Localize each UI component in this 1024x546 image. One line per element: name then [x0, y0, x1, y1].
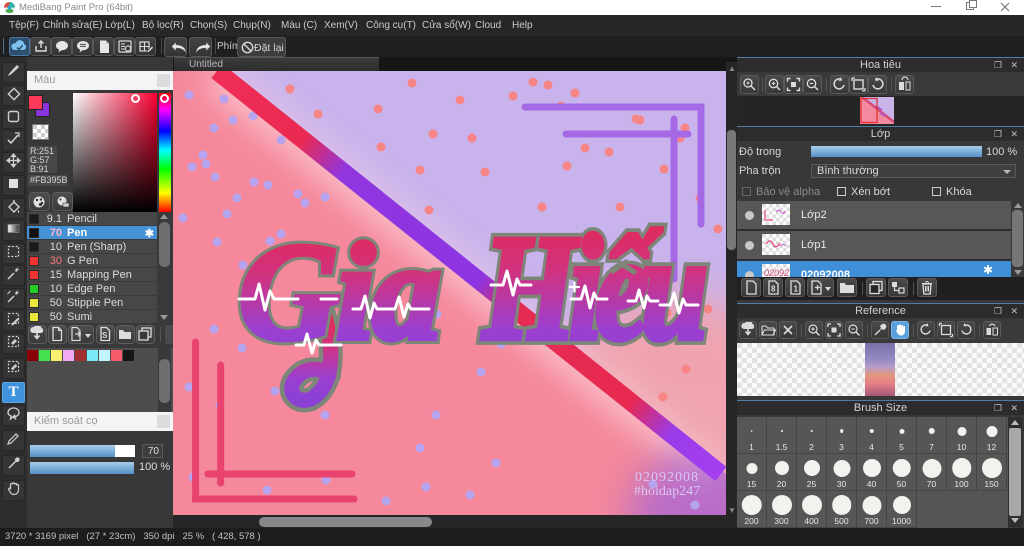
svg-text:8: 8: [771, 285, 776, 294]
svg-text:S: S: [102, 331, 108, 340]
svg-text:02092008: 02092008: [635, 470, 699, 485]
svg-text:1: 1: [794, 285, 799, 294]
svg-text:#hoidap247: #hoidap247: [634, 484, 700, 499]
